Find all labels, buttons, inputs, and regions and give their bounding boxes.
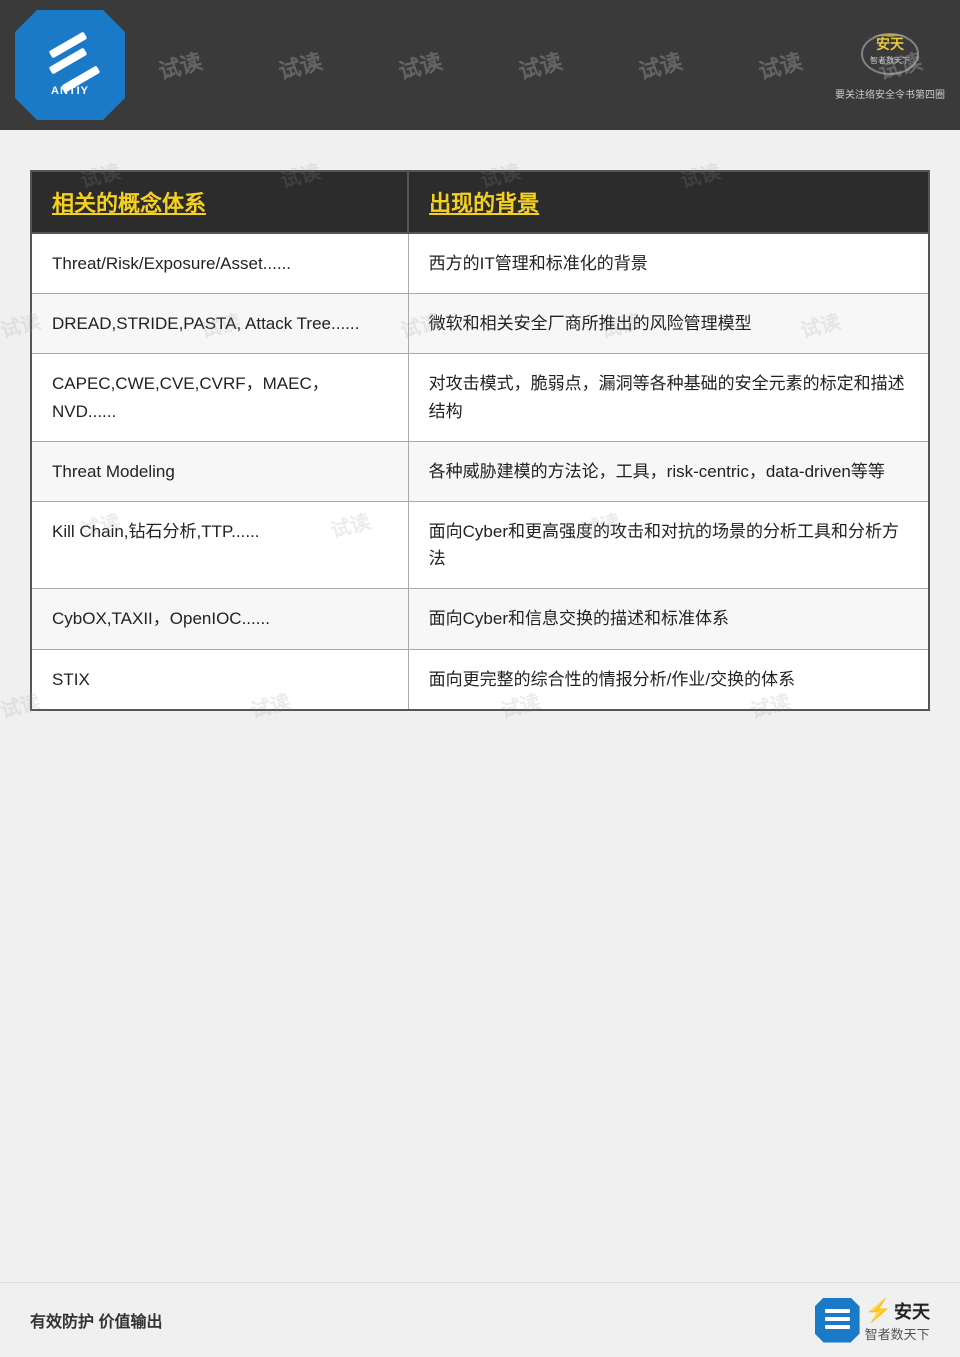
svg-text:智者数天下: 智者数天下	[870, 55, 910, 65]
footer-logo-sub: 智者数天下	[865, 1324, 930, 1343]
header-watermark: 试读 试读 试读 试读 试读 试读 试读 试读	[0, 0, 960, 130]
header-right-logo: 安天 智者数天下 要关注络安全令书第四圈	[835, 29, 945, 101]
table-row: STIX 面向更完整的综合性的情报分析/作业/交换的体系	[31, 649, 929, 710]
lightning-icon: ⚡	[865, 1298, 892, 1323]
col1-header: 相关的概念体系	[31, 171, 408, 233]
right-logo-icon: 安天 智者数天下	[855, 29, 925, 84]
watermark-4: 试读	[395, 44, 446, 86]
table-row: Threat/Risk/Exposure/Asset...... 西方的IT管理…	[31, 233, 929, 294]
row1-right: 西方的IT管理和标准化的背景	[408, 233, 929, 294]
table-row: Kill Chain,钻石分析,TTP...... 面向Cyber和更高强度的攻…	[31, 501, 929, 588]
row6-left: CybOX,TAXII，OpenIOC......	[31, 589, 408, 649]
watermark-7: 试读	[755, 44, 806, 86]
row5-left: Kill Chain,钻石分析,TTP......	[31, 501, 408, 588]
row7-left: STIX	[31, 649, 408, 710]
watermark-2: 试读	[155, 44, 206, 86]
footer-antiy-logo: ⚡安天 智者数天下	[815, 1298, 930, 1343]
header-right-logo-text: 要关注络安全令书第四圈	[835, 86, 945, 101]
header-logo: ANTIY	[15, 10, 125, 120]
row4-left: Threat Modeling	[31, 441, 408, 501]
row7-right: 面向更完整的综合性的情报分析/作业/交换的体系	[408, 649, 929, 710]
row1-left: Threat/Risk/Exposure/Asset......	[31, 233, 408, 294]
col2-header: 出现的背景	[408, 171, 929, 233]
row3-right: 对攻击模式，脆弱点，漏洞等各种基础的安全元素的标定和描述结构	[408, 354, 929, 441]
footer-logo-group: ⚡安天 智者数天下	[815, 1298, 930, 1343]
footer-logo-main: ⚡安天	[865, 1298, 930, 1324]
footer-tagline: 有效防护 价值输出	[30, 1308, 162, 1332]
watermark-6: 试读	[635, 44, 686, 86]
footer-logo-text-group: ⚡安天 智者数天下	[865, 1298, 930, 1343]
table-row: CybOX,TAXII，OpenIOC...... 面向Cyber和信息交换的描…	[31, 589, 929, 649]
table-row: DREAD,STRIDE,PASTA, Attack Tree...... 微软…	[31, 294, 929, 354]
table-row: CAPEC,CWE,CVE,CVRF，MAEC，NVD...... 对攻击模式，…	[31, 354, 929, 441]
svg-text:安天: 安天	[876, 36, 905, 52]
logo-stripes-icon	[43, 33, 98, 83]
row3-left: CAPEC,CWE,CVE,CVRF，MAEC，NVD......	[31, 354, 408, 441]
watermark-3: 试读	[275, 44, 326, 86]
footer-logo-icon	[815, 1298, 860, 1343]
footer: 有效防护 价值输出 ⚡安天 智者数天下	[0, 1282, 960, 1357]
row2-left: DREAD,STRIDE,PASTA, Attack Tree......	[31, 294, 408, 354]
header: ANTIY 试读 试读 试读 试读 试读 试读 试读 试读 安天 智者数天下 要…	[0, 0, 960, 130]
row2-right: 微软和相关安全厂商所推出的风险管理模型	[408, 294, 929, 354]
table-row: Threat Modeling 各种威胁建模的方法论，工具，risk-centr…	[31, 441, 929, 501]
main-content: 试读 试读 试读 试读 试读 试读 试读 试读 试读 试读 试读 试读 试读 试…	[0, 130, 960, 751]
watermark-5: 试读	[515, 44, 566, 86]
concepts-table: 相关的概念体系 出现的背景 Threat/Risk/Exposure/Asset…	[30, 170, 930, 711]
row5-right: 面向Cyber和更高强度的攻击和对抗的场景的分析工具和分析方法	[408, 501, 929, 588]
row4-right: 各种威胁建模的方法论，工具，risk-centric，data-driven等等	[408, 441, 929, 501]
row6-right: 面向Cyber和信息交换的描述和标准体系	[408, 589, 929, 649]
